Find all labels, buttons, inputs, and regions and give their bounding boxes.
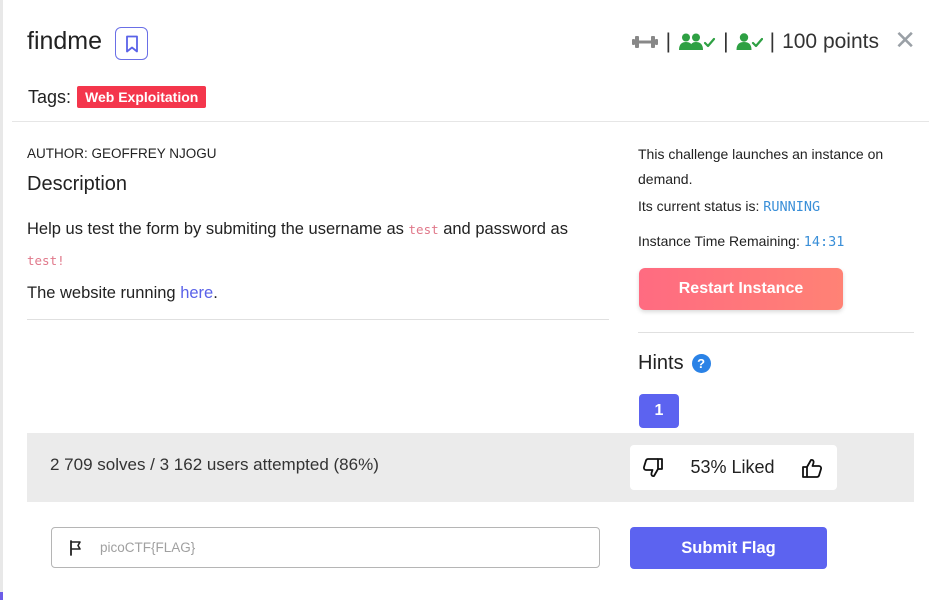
flag-icon: [70, 539, 81, 556]
thumbs-up-icon[interactable]: [801, 458, 823, 478]
tag-web-exploitation[interactable]: Web Exploitation: [77, 86, 207, 108]
username-code: test: [408, 222, 439, 237]
hints-heading: Hints ?: [638, 352, 711, 375]
description-text: .: [213, 284, 218, 302]
bookmark-icon: [125, 35, 138, 52]
meta-separator: |: [769, 30, 776, 53]
challenge-title: findme: [27, 27, 103, 55]
user-check-icon: [736, 33, 763, 50]
divider: [27, 319, 609, 320]
challenge-modal: findme | | | 100 points ✕ Tags: Web Expl…: [12, 0, 929, 600]
flag-field[interactable]: [51, 527, 600, 568]
status-value: RUNNING: [763, 199, 821, 215]
stats-bar: 2 709 solves / 3 162 users attempted (86…: [27, 433, 914, 502]
meta-separator: |: [665, 30, 672, 53]
description-heading: Description: [27, 173, 128, 195]
challenge-meta: | | | 100 points: [631, 30, 879, 54]
time-value: 14:31: [803, 234, 845, 250]
time-label: Instance Time Remaining:: [638, 233, 804, 249]
status-label: Its current status is:: [638, 198, 764, 214]
submit-flag-button[interactable]: Submit Flag: [630, 527, 827, 569]
points-label: 100 points: [782, 30, 879, 53]
thumbs-down-icon[interactable]: [642, 457, 664, 478]
password-code: test!: [27, 253, 65, 268]
solves-text: 2 709 solves / 3 162 users attempted (86…: [50, 455, 379, 474]
description-line-2: The website running here.: [27, 278, 609, 308]
dumbbell-icon: [631, 36, 658, 48]
instance-status: Its current status is: RUNNING: [638, 198, 820, 215]
modal-header: findme | | | 100 points ✕ Tags: Web Expl…: [12, 0, 929, 122]
instance-time: Instance Time Remaining: 14:31: [638, 233, 844, 250]
close-icon[interactable]: ✕: [894, 27, 916, 53]
meta-separator: |: [723, 30, 729, 53]
bookmark-button[interactable]: [115, 27, 148, 60]
description-line-1: Help us test the form by submiting the u…: [27, 214, 609, 276]
restart-instance-button[interactable]: Restart Instance: [639, 268, 843, 310]
hint-button-1[interactable]: 1: [639, 394, 679, 428]
users-check-icon: [679, 33, 716, 50]
description-text: The website running: [27, 284, 181, 302]
description-body: Help us test the form by submiting the u…: [27, 214, 609, 308]
instance-launch-text: This challenge launches an instance on d…: [638, 146, 884, 187]
website-link[interactable]: here: [180, 284, 213, 302]
author-label: AUTHOR: GEOFFREY NJOGU: [27, 146, 217, 161]
description-text: Help us test the form by submiting the u…: [27, 220, 409, 238]
likes-box: 53% Liked: [630, 445, 837, 490]
description-text: and password as: [438, 220, 568, 238]
page-edge-mark: [0, 592, 3, 600]
divider: [638, 332, 914, 333]
help-icon[interactable]: ?: [691, 354, 711, 373]
page-edge-strip: [0, 0, 3, 600]
hints-title: Hints: [638, 352, 684, 374]
tags-row: Tags: Web Exploitation: [28, 86, 207, 108]
liked-percent: 53% Liked: [690, 457, 775, 477]
flag-input[interactable]: [100, 540, 580, 555]
tags-label: Tags:: [28, 86, 72, 107]
